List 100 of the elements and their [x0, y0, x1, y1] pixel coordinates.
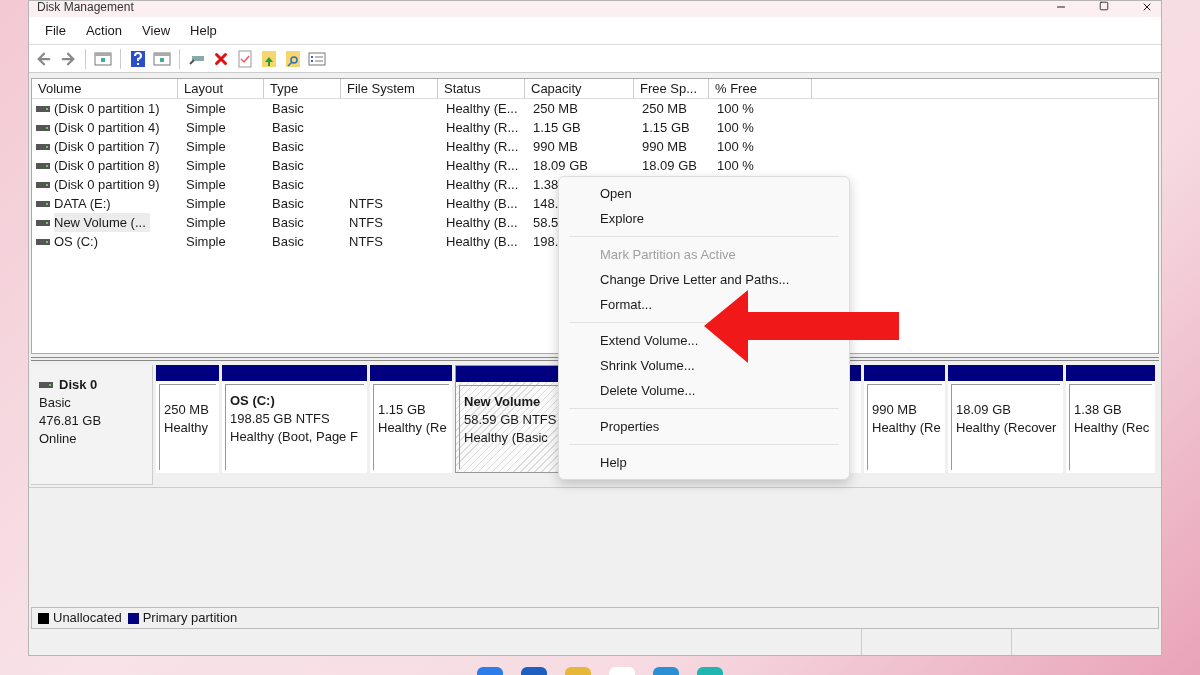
- drive-icon: [36, 180, 50, 189]
- table-cell-text: Simple: [185, 100, 226, 116]
- menu-item[interactable]: Change Drive Letter and Paths...: [600, 267, 790, 292]
- menu-item[interactable]: Action: [77, 20, 131, 41]
- table-cell-text: 1.38: [532, 176, 559, 192]
- table-cell-text: Simple: [185, 214, 226, 230]
- window-title: Disk Management: [37, 1, 134, 14]
- taskbar-icon[interactable]: [477, 667, 503, 675]
- column-header[interactable]: Volume: [32, 79, 178, 98]
- partition-info: Healthy (Basic: [464, 429, 549, 447]
- partition-info: 198.85 GB NTFS: [230, 410, 331, 428]
- partition-info: Healthy: [164, 419, 210, 437]
- partition-info: 250 MB: [164, 401, 210, 419]
- menu-item[interactable]: Extend Volume...: [600, 328, 699, 353]
- table-cell-text: Healthy (B...: [445, 214, 518, 230]
- partition-block[interactable]: 990 MB Healthy (Re: [864, 365, 945, 473]
- table-cell-text: NTFS: [348, 195, 383, 211]
- table-cell-text: 990 MB: [641, 138, 687, 154]
- partition-header-bar: [156, 365, 219, 381]
- table-cell-text: 1.15 GB: [532, 119, 581, 135]
- table-cell: New Volume (...: [54, 212, 150, 233]
- partition-block[interactable]: OS (C:) 198.85 GB NTFS Healthy (Boot, Page F: [222, 365, 367, 473]
- partition-info: Healthy (Boot, Page F: [230, 428, 359, 446]
- menu-item[interactable]: Open: [600, 181, 632, 206]
- table-cell-text: 18.09 GB: [532, 157, 588, 173]
- partition-block[interactable]: 18.09 GB Healthy (Recover: [948, 365, 1063, 473]
- menu-item[interactable]: Shrink Volume...: [600, 353, 695, 378]
- partition-block[interactable]: 1.38 GB Healthy (Rec: [1066, 365, 1155, 473]
- menu-item[interactable]: Help: [182, 20, 225, 41]
- table-cell-text: NTFS: [348, 233, 383, 249]
- table-cell-text: 250 MB: [532, 100, 578, 116]
- table-cell-text: Healthy (R...: [445, 119, 519, 135]
- table-cell-text: (Disk 0 partition 8): [54, 156, 161, 175]
- table-cell-text: Healthy (R...: [445, 138, 519, 154]
- menu-item[interactable]: File: [37, 20, 74, 41]
- menu-item[interactable]: Delete Volume...: [600, 378, 696, 403]
- table-cell-text: Simple: [185, 176, 226, 192]
- menu-item[interactable]: Properties: [600, 414, 660, 439]
- table-cell-text: 990 MB: [532, 138, 578, 154]
- legend-label: Unallocated: [53, 609, 122, 628]
- table-cell-text: Basic: [271, 195, 304, 211]
- table-cell-text: OS (C:): [54, 232, 100, 251]
- disk-info: Basic: [39, 394, 72, 412]
- table-cell-text: Simple: [185, 119, 226, 135]
- menu-item[interactable]: View: [134, 20, 179, 41]
- drive-icon: [36, 161, 50, 170]
- table-cell-text: (Disk 0 partition 7): [54, 137, 161, 156]
- close-icon[interactable]: [1141, 1, 1153, 13]
- drive-icon: [36, 237, 50, 246]
- menu-item[interactable]: Format...: [600, 292, 652, 317]
- table-cell-text: Healthy (E...: [445, 100, 518, 116]
- table-cell-text: 100 %: [716, 157, 754, 173]
- table-cell-text: (Disk 0 partition 9): [54, 175, 161, 194]
- column-header[interactable]: File System: [341, 79, 438, 98]
- partition-info: 18.09 GB: [956, 401, 1012, 419]
- column-header[interactable]: % Free: [709, 79, 812, 98]
- table-cell-text: 198.: [532, 233, 559, 249]
- table-cell-text: Basic: [271, 233, 304, 249]
- table-cell-text: Healthy (B...: [445, 195, 518, 211]
- partition-block[interactable]: 250 MB Healthy: [156, 365, 219, 473]
- table-cell-text: 100 %: [716, 119, 754, 135]
- column-header[interactable]: Free Sp...: [634, 79, 709, 98]
- table-cell-text: (Disk 0 partition 1): [54, 99, 161, 118]
- partition-info: 58.59 GB NTFS: [464, 411, 558, 429]
- partition-info: Healthy (Re: [378, 419, 445, 437]
- disk-info: 476.81 GB: [39, 412, 103, 430]
- partition-name: OS (C:): [230, 392, 276, 410]
- menu-item[interactable]: Help: [600, 450, 627, 475]
- table-cell-text: NTFS: [348, 214, 383, 230]
- table-cell-text: 100 %: [716, 138, 754, 154]
- table-cell-text: Healthy (B...: [445, 233, 518, 249]
- table-cell-text: Basic: [271, 138, 304, 154]
- table-cell-text: Basic: [271, 214, 304, 230]
- table-cell-text: Simple: [185, 138, 226, 154]
- drive-icon: [36, 199, 50, 208]
- table-cell-text: 250 MB: [641, 100, 687, 116]
- partition-info: Healthy (Recover: [956, 419, 1056, 437]
- disk-label-panel[interactable]: Disk 0 Basic 476.81 GB Online: [31, 365, 153, 485]
- column-header[interactable]: Type: [264, 79, 341, 98]
- table-cell-text: Simple: [185, 195, 226, 211]
- column-header[interactable]: Status: [438, 79, 525, 98]
- taskbar-icon[interactable]: [653, 667, 679, 675]
- drive-icon: [36, 218, 50, 227]
- table-cell-text: Basic: [271, 100, 304, 116]
- menu-item[interactable]: Explore: [600, 206, 645, 231]
- partition-info: 1.38 GB: [1074, 401, 1123, 419]
- maximize-icon[interactable]: [1099, 1, 1109, 11]
- column-header[interactable]: Layout: [178, 79, 264, 98]
- taskbar-icon[interactable]: [521, 667, 547, 675]
- table-cell-text: 1.15 GB: [641, 119, 690, 135]
- drive-icon: [36, 142, 50, 151]
- disk-info: Online: [39, 430, 78, 448]
- partition-info: 990 MB: [872, 401, 918, 419]
- table-cell-text: 148.: [532, 195, 559, 211]
- column-header[interactable]: Capacity: [525, 79, 634, 98]
- partition-info: 1.15 GB: [378, 401, 427, 419]
- drive-icon: [36, 104, 50, 113]
- drive-icon: [36, 123, 50, 132]
- table-cell-text: 100 %: [716, 100, 754, 116]
- partition-block[interactable]: 1.15 GB Healthy (Re: [370, 365, 452, 473]
